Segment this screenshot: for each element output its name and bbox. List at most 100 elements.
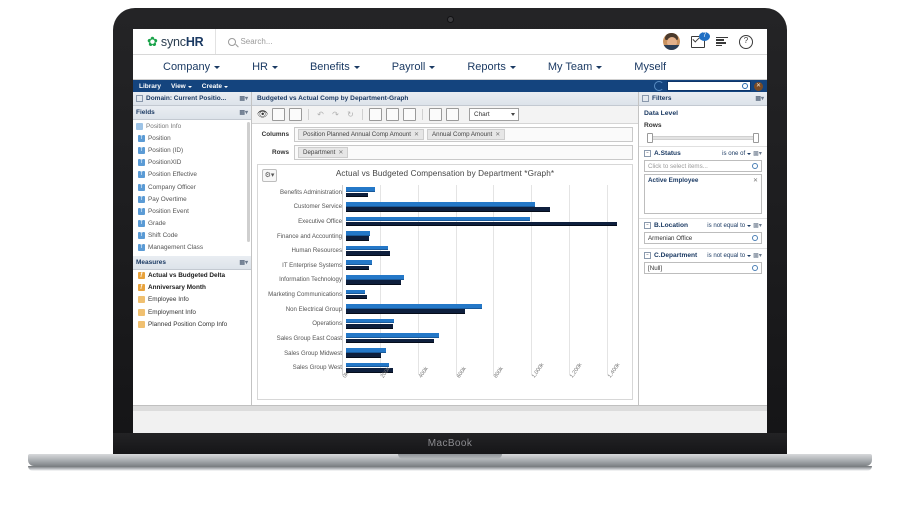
- chart-bar[interactable]: [346, 192, 369, 198]
- column-chip[interactable]: Position Planned Annual Comp Amount ✕: [298, 129, 425, 140]
- list-item[interactable]: TFLSA: [133, 254, 251, 255]
- chart-settings-icon[interactable]: ⚙▾: [262, 169, 277, 182]
- chart-bar[interactable]: [346, 362, 389, 368]
- reset-icon[interactable]: ↻: [345, 109, 356, 120]
- options-icon[interactable]: ▩▾: [753, 252, 762, 259]
- options-icon[interactable]: ▩▾: [239, 259, 248, 266]
- nav-item-company[interactable]: Company: [147, 61, 236, 73]
- chart-bar[interactable]: [346, 260, 373, 265]
- filter-selected-list[interactable]: Active Employee ✕: [644, 174, 762, 214]
- chart-bar[interactable]: [346, 201, 535, 207]
- sort-icon[interactable]: [386, 108, 399, 121]
- list-item[interactable]: Active Employee ✕: [648, 177, 758, 184]
- list-item[interactable]: T Management Class: [133, 242, 251, 254]
- list-item[interactable]: T Position (ID): [133, 144, 251, 156]
- fields-list[interactable]: Position Info T Position T Position (ID) T…: [133, 120, 251, 256]
- list-item[interactable]: T Shift Code: [133, 230, 251, 242]
- export-icon[interactable]: [429, 108, 442, 121]
- close-icon[interactable]: ✕: [338, 149, 343, 156]
- tasks-button[interactable]: 7: [691, 31, 710, 48]
- chart-bar[interactable]: [346, 221, 617, 227]
- columns-dropzone[interactable]: Position Planned Annual Comp Amount ✕ Ann…: [294, 127, 633, 142]
- chart-bar[interactable]: [346, 187, 375, 192]
- rows-dropzone[interactable]: Department ✕: [294, 145, 633, 160]
- domain-header[interactable]: Domain: Current Positio... ▩▾: [133, 92, 251, 106]
- collapse-icon[interactable]: −: [644, 222, 651, 229]
- subbar-item-library[interactable]: Library: [139, 83, 161, 90]
- synchr-logo[interactable]: ✿ syncHR: [133, 35, 204, 49]
- chart-bar[interactable]: [346, 251, 390, 256]
- chart-bar[interactable]: [346, 333, 440, 338]
- nav-item-payroll[interactable]: Payroll: [376, 61, 452, 73]
- filter-operator[interactable]: is not equal to ▩▾: [707, 252, 762, 259]
- chart-bar[interactable]: [346, 265, 370, 271]
- nav-item-hr[interactable]: HR: [236, 61, 294, 73]
- list-item[interactable]: T PositionXID: [133, 157, 251, 169]
- filter-operator[interactable]: is not equal to ▩▾: [707, 222, 762, 229]
- collapse-icon[interactable]: −: [644, 252, 651, 259]
- subbar-item-view[interactable]: View: [171, 83, 192, 90]
- chart-bar[interactable]: [346, 294, 367, 300]
- save-as-icon[interactable]: [289, 108, 302, 121]
- view-type-select[interactable]: Chart: [469, 108, 519, 121]
- list-item[interactable]: T Pay Overtime: [133, 193, 251, 205]
- nav-item-reports[interactable]: Reports: [451, 61, 532, 73]
- subbar-item-create[interactable]: Create: [202, 83, 228, 90]
- subbar-search-input[interactable]: [667, 81, 751, 91]
- undo-icon[interactable]: ↶: [315, 109, 326, 120]
- close-icon[interactable]: ✕: [754, 81, 763, 91]
- options-icon[interactable]: ▩▾: [753, 222, 762, 229]
- list-item[interactable]: T Position Effective: [133, 169, 251, 181]
- chart-bar[interactable]: [346, 324, 393, 329]
- redo-icon[interactable]: ↷: [330, 109, 341, 120]
- header-search[interactable]: Search...: [216, 37, 272, 46]
- options-icon[interactable]: ▩▾: [239, 109, 248, 116]
- nav-item-my-team[interactable]: My Team: [532, 61, 618, 73]
- chart-bar[interactable]: [346, 309, 466, 315]
- filter-value-input[interactable]: [Null]: [644, 262, 762, 274]
- row-chip[interactable]: Department ✕: [298, 147, 349, 158]
- list-item[interactable]: Employment Info: [133, 306, 251, 318]
- chart-bar[interactable]: [346, 338, 434, 344]
- grid-icon[interactable]: [403, 108, 416, 121]
- slider-knob-right[interactable]: [753, 133, 759, 143]
- filter-value-input[interactable]: Armenian Office: [644, 232, 762, 244]
- filter-select-input[interactable]: Click to select items...: [644, 160, 762, 172]
- list-item[interactable]: Employee Info: [133, 294, 251, 306]
- close-icon[interactable]: ✕: [753, 177, 758, 184]
- filter-operator[interactable]: is one of ▩▾: [722, 150, 762, 157]
- column-chip[interactable]: Annual Comp Amount ✕: [427, 129, 506, 140]
- chart-bar[interactable]: [346, 245, 388, 251]
- preview-eye-icon[interactable]: 👁: [257, 109, 268, 120]
- list-item[interactable]: ƒ Anniversary Month: [133, 282, 251, 294]
- chart-bar[interactable]: [346, 274, 404, 280]
- nav-item-myself[interactable]: Myself: [618, 61, 682, 73]
- chart-bar[interactable]: [346, 289, 365, 295]
- slider-knob-left[interactable]: [647, 133, 653, 143]
- save-icon[interactable]: [272, 108, 285, 121]
- options-icon[interactable]: ▩▾: [753, 150, 762, 157]
- close-icon[interactable]: ✕: [495, 131, 500, 138]
- activity-list-icon[interactable]: [716, 36, 728, 47]
- chart-bar[interactable]: [346, 231, 371, 236]
- nav-item-benefits[interactable]: Benefits: [294, 61, 376, 73]
- chart-bar[interactable]: [346, 304, 483, 309]
- list-item[interactable]: ƒ Actual vs Budgeted Delta: [133, 270, 251, 282]
- refresh-icon[interactable]: [654, 81, 664, 91]
- options-icon[interactable]: ▩▾: [755, 95, 764, 102]
- list-item[interactable]: T Grade: [133, 218, 251, 230]
- chart-bar[interactable]: [346, 216, 530, 222]
- avatar[interactable]: [663, 33, 680, 50]
- scrollbar[interactable]: [247, 122, 250, 242]
- chart-bar[interactable]: [346, 236, 370, 242]
- rows-range-slider[interactable]: [647, 133, 759, 143]
- chart-bar[interactable]: [346, 207, 551, 212]
- chart-bar[interactable]: [346, 353, 381, 358]
- properties-icon[interactable]: [446, 108, 459, 121]
- measures-list[interactable]: ƒ Actual vs Budgeted Delta ƒ Anniversary M…: [133, 269, 251, 405]
- copy-icon[interactable]: [369, 108, 382, 121]
- list-item[interactable]: Planned Position Comp Info: [133, 318, 251, 330]
- chart-bar[interactable]: [346, 280, 402, 285]
- chart-bar[interactable]: [346, 348, 387, 353]
- chart-bar[interactable]: [346, 318, 394, 324]
